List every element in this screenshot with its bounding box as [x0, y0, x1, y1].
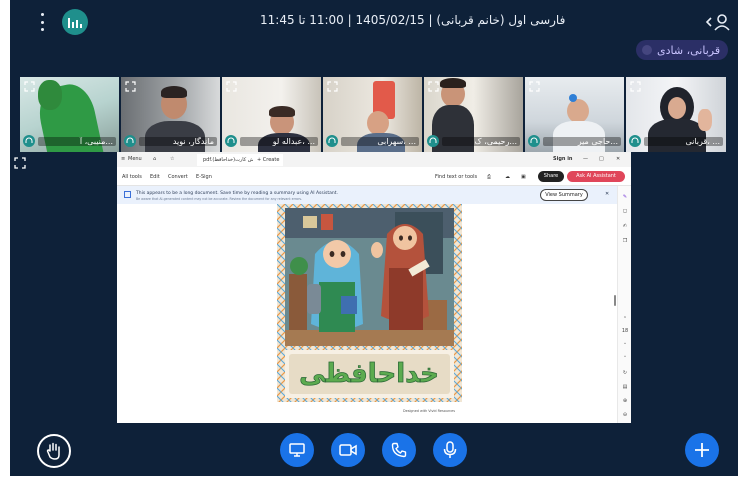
meeting-stage: فارسی اول (خانم قربانی) | 1405/02/15 | 1…	[10, 0, 738, 476]
new-tab-button[interactable]: + Create	[253, 154, 284, 166]
view-summary-button[interactable]: View Summary	[540, 189, 588, 201]
expand-icon[interactable]	[327, 81, 338, 92]
menu-label[interactable]: Menu	[128, 156, 142, 162]
video-camera-icon	[339, 444, 357, 456]
page-up-arrow-icon[interactable]: ˄	[618, 343, 631, 349]
headphones-icon	[225, 135, 237, 147]
ai-notice-icon	[124, 191, 131, 198]
participant-tile[interactable]: رحیمی، ک...	[424, 77, 523, 152]
active-speaker-pill[interactable]: قربانی، شادی	[636, 40, 729, 60]
expand-icon[interactable]	[630, 81, 641, 92]
browser-title-bar: ≡ Menu ⌂ ☆ pdf.فلش کارت(خداحافظ) + Creat…	[117, 152, 631, 167]
doc-footer: Designed with Vivid Resources	[403, 409, 455, 413]
headphones-icon	[23, 135, 35, 147]
headphones-icon	[528, 135, 540, 147]
expand-icon[interactable]	[14, 157, 26, 169]
notice-subtext: Be aware that AI-generated content may n…	[136, 197, 303, 201]
participant-tile[interactable]: قربانی، ...	[626, 77, 726, 152]
home-icon[interactable]: ⌂	[153, 156, 156, 162]
monitor-icon	[289, 443, 305, 457]
page-number: 18	[621, 328, 629, 334]
expand-icon[interactable]	[428, 81, 439, 92]
user-chevron-icon[interactable]	[705, 11, 733, 33]
print-icon[interactable]: ⎙	[487, 174, 491, 180]
participant-name: حاجی میر...	[543, 136, 621, 146]
app-frame: فارسی اول (خانم قربانی) | 1405/02/15 | 1…	[0, 0, 750, 480]
expand-icon[interactable]	[125, 81, 136, 92]
meeting-title: فارسی اول (خانم قربانی) | 1405/02/15 | 1…	[260, 13, 566, 27]
pages-icon[interactable]: ❐	[618, 238, 631, 244]
headphones-icon	[427, 135, 439, 147]
participant-tile[interactable]: سهرابی، ...	[323, 77, 422, 152]
page-up-icon[interactable]: ⌃	[618, 316, 631, 322]
scrollbar-thumb[interactable]	[614, 295, 616, 306]
phone-icon	[391, 442, 407, 458]
ai-notice-banner: This appears to be a long document. Save…	[117, 186, 617, 204]
participant-tile[interactable]: ماندگار، نوید	[121, 77, 220, 152]
close-notice-icon[interactable]: ✕	[605, 191, 609, 197]
microphone-icon	[443, 441, 457, 458]
page-down-arrow-icon[interactable]: ˅	[618, 356, 631, 362]
close-icon[interactable]: ✕	[616, 156, 620, 162]
toolbar-esign[interactable]: E-Sign	[196, 174, 212, 180]
speaker-dot-icon	[642, 45, 652, 55]
hamburger-icon[interactable]: ≡	[121, 156, 125, 162]
printer-icon[interactable]: ▣	[521, 174, 526, 180]
doc-word: خداحافظی	[299, 359, 439, 389]
participant-name: عبداله لو، ...	[240, 136, 318, 146]
pdf-page: خداحافظی Designed with Vivid Resources	[277, 204, 462, 423]
expand-icon[interactable]	[226, 81, 237, 92]
expand-icon[interactable]	[24, 81, 35, 92]
pdf-toolbar: All tools Edit Convert E-Sign Find text …	[117, 167, 631, 186]
minimize-icon[interactable]: —	[583, 156, 588, 162]
raise-hand-icon	[46, 442, 60, 460]
share-screen-button[interactable]	[280, 433, 314, 467]
sign-icon[interactable]: ✍	[618, 223, 631, 229]
flashcard-illustration: خداحافظی	[277, 204, 462, 402]
maximize-icon[interactable]: □	[599, 156, 604, 162]
ai-edit-icon[interactable]: ✎	[618, 194, 631, 200]
toolbar-all-tools[interactable]: All tools	[122, 174, 142, 180]
add-button[interactable]	[685, 433, 719, 467]
raise-hand-button[interactable]	[37, 434, 71, 468]
participant-tile[interactable]: عبداله لو، ...	[222, 77, 321, 152]
participant-name: منیبی، آ...	[38, 136, 116, 146]
document-icon[interactable]: ▤	[618, 384, 631, 390]
find-tools-input[interactable]: Find text or tools	[435, 174, 477, 180]
active-speaker-name: قربانی، شادی	[657, 43, 721, 57]
share-button[interactable]: Share	[538, 171, 564, 182]
comment-icon[interactable]: ◻	[618, 208, 631, 214]
participant-name: قربانی، ...	[644, 136, 723, 146]
camera-button[interactable]	[331, 433, 365, 467]
phone-button[interactable]	[382, 433, 416, 467]
headphones-icon	[124, 135, 136, 147]
expand-icon[interactable]	[529, 81, 540, 92]
zoom-out-icon[interactable]: ⊖	[618, 412, 631, 418]
audio-bars-icon	[62, 9, 88, 35]
headphones-icon	[629, 135, 641, 147]
toolbar-edit[interactable]: Edit	[150, 174, 160, 180]
zoom-in-icon[interactable]: ⊕	[618, 398, 631, 404]
plus-icon	[695, 443, 709, 457]
shared-screen[interactable]: ≡ Menu ⌂ ☆ pdf.فلش کارت(خداحافظ) + Creat…	[117, 152, 631, 423]
more-vertical-icon[interactable]	[34, 13, 50, 31]
participant-tile[interactable]: منیبی، آ...	[20, 77, 119, 152]
refresh-icon[interactable]: ↻	[618, 370, 631, 376]
right-tool-rail: ✎ ◻ ✍ ❐ ⌃ 18 ˄ ˅ ↻ ▤ ⊕ ⊖	[617, 186, 631, 423]
toolbar-convert[interactable]: Convert	[168, 174, 188, 180]
participant-name: رحیمی، ک...	[442, 136, 520, 146]
participant-name: ماندگار، نوید	[139, 136, 217, 146]
participant-name: سهرابی، ...	[341, 136, 419, 146]
microphone-button[interactable]	[433, 433, 467, 467]
participant-tile[interactable]: حاجی میر...	[525, 77, 624, 152]
ai-assistant-button[interactable]: Ask AI Assistant	[567, 171, 625, 182]
notice-text: This appears to be a long document. Save…	[136, 191, 338, 196]
headphones-icon	[326, 135, 338, 147]
sign-in-link[interactable]: Sign in	[553, 156, 572, 162]
star-icon[interactable]: ☆	[170, 156, 174, 162]
upload-icon[interactable]: ☁	[505, 174, 510, 180]
